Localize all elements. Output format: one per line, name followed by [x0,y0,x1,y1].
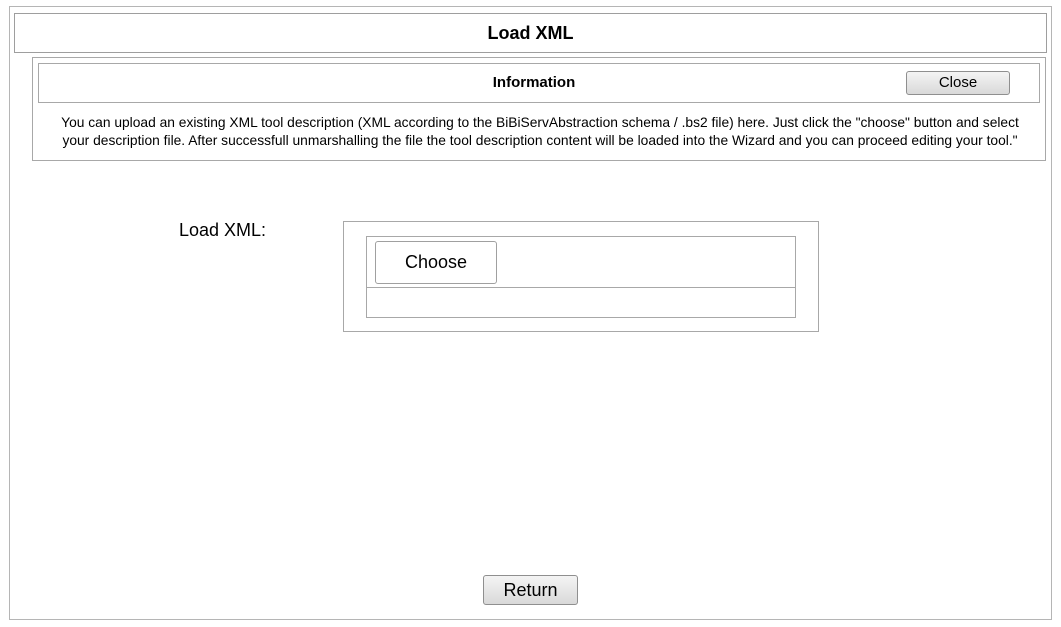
information-header: Information Close [38,63,1040,103]
information-text-line-2: your description file. After successfull… [62,133,1018,148]
return-button[interactable]: Return [483,575,578,605]
file-upload-content-area[interactable] [367,288,795,317]
information-text-line-1: You can upload an existing XML tool desc… [61,115,1019,130]
choose-file-button[interactable]: Choose [375,241,497,284]
information-text: You can upload an existing XML tool desc… [43,114,1037,150]
file-upload-widget: Choose [343,221,819,332]
load-xml-label: Load XML: [179,220,267,240]
information-title: Information [492,74,576,91]
file-upload-buttonbar: Choose [367,237,795,288]
dialog-title: Load XML [14,13,1047,53]
file-upload-box: Choose [366,236,796,318]
load-xml-dialog: Load XML Information Close You can uploa… [9,6,1052,620]
close-button[interactable]: Close [906,71,1010,95]
information-panel: Information Close You can upload an exis… [32,57,1046,161]
